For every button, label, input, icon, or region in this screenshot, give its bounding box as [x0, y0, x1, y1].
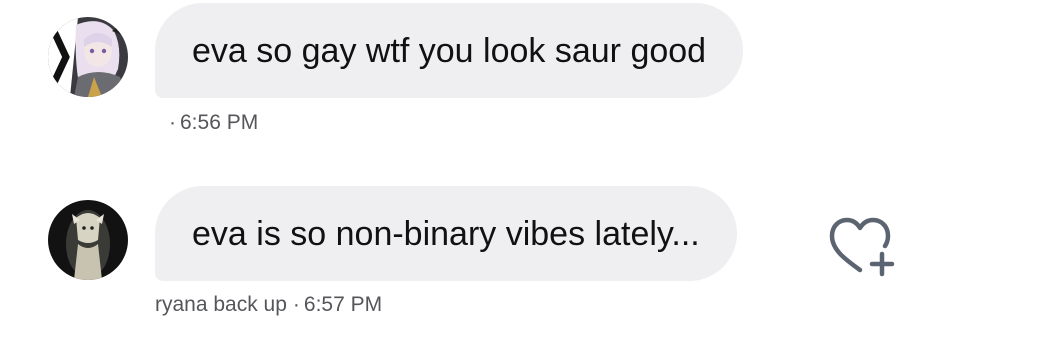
message-bubble[interactable]: eva is so non-binary vibes lately...: [155, 186, 737, 281]
meta-separator: ·: [292, 293, 300, 316]
meta-separator: ·: [169, 111, 176, 134]
message-text: eva so gay wtf you look saur good: [192, 32, 707, 70]
heart-plus-icon[interactable]: [826, 214, 896, 278]
avatar-sender-1[interactable]: [48, 17, 128, 97]
message-bubble[interactable]: eva so gay wtf you look saur good: [155, 3, 744, 98]
message-meta: · 6:56 PM: [163, 111, 258, 135]
message-timestamp: 6:57 PM: [303, 293, 383, 316]
message-text: eva is so non-binary vibes lately...: [192, 215, 700, 253]
sender-name[interactable]: ryana back up: [155, 293, 287, 316]
message-timestamp: 6:56 PM: [180, 111, 259, 134]
message-meta: ryana back up · 6:57 PM: [155, 293, 382, 317]
avatar-sender-2[interactable]: [48, 200, 128, 280]
